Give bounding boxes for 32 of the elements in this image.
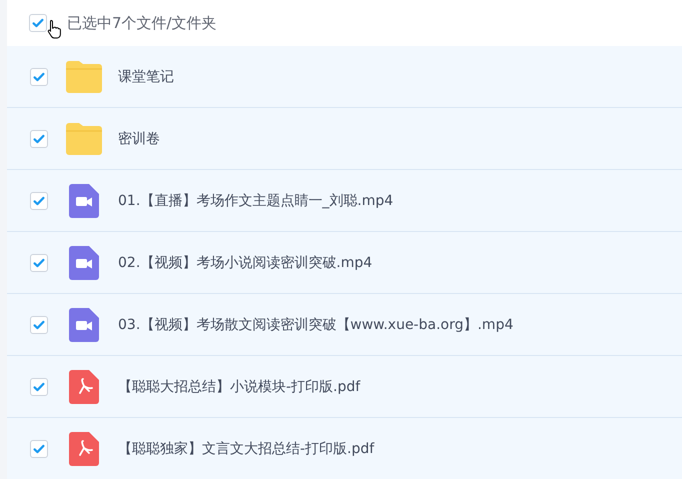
file-name: 02.【视频】考场小说阅读密训突破.mp4 [118, 254, 372, 272]
hand-cursor-icon [47, 19, 61, 39]
folder-icon [66, 122, 102, 154]
file-name: 【聪聪独家】文言文大招总结-打印版.pdf [118, 440, 374, 458]
file-name: 【聪聪大招总结】小说模块-打印版.pdf [118, 378, 360, 396]
file-name: 课堂笔记 [118, 68, 174, 86]
file-checkbox[interactable] [30, 68, 48, 86]
file-checkbox[interactable] [30, 316, 48, 334]
pdf-file-icon [69, 432, 99, 466]
file-checkbox[interactable] [30, 378, 48, 396]
video-file-icon [69, 184, 99, 218]
pdf-file-icon [69, 370, 99, 404]
file-name: 03.【视频】考场散文阅读密训突破【www.xue-ba.org】.mp4 [118, 316, 514, 334]
file-name: 密训卷 [118, 130, 160, 148]
file-checkbox[interactable] [30, 254, 48, 272]
file-row[interactable]: 03.【视频】考场散文阅读密训突破【www.xue-ba.org】.mp4 [7, 294, 682, 356]
file-row[interactable]: 课堂笔记 [7, 46, 682, 108]
file-row[interactable]: 密训卷 [7, 108, 682, 170]
folder-icon [66, 60, 102, 92]
file-row[interactable]: 【聪聪大招总结】小说模块-打印版.pdf [7, 356, 682, 418]
file-checkbox[interactable] [30, 130, 48, 148]
file-checkbox[interactable] [30, 192, 48, 210]
file-name: 01.【直播】考场作文主题点睛一_刘聪.mp4 [118, 192, 394, 210]
selection-count: 已选中7个文件/文件夹 [67, 14, 217, 32]
file-checkbox[interactable] [30, 440, 48, 458]
file-row[interactable]: 【聪聪独家】文言文大招总结-打印版.pdf [7, 418, 682, 479]
file-row[interactable]: 01.【直播】考场作文主题点睛一_刘聪.mp4 [7, 170, 682, 232]
video-file-icon [69, 246, 99, 280]
video-file-icon [69, 308, 99, 342]
file-row[interactable]: 02.【视频】考场小说阅读密训突破.mp4 [7, 232, 682, 294]
select-all-checkbox[interactable] [29, 14, 47, 32]
checkmark-icon [31, 16, 45, 30]
